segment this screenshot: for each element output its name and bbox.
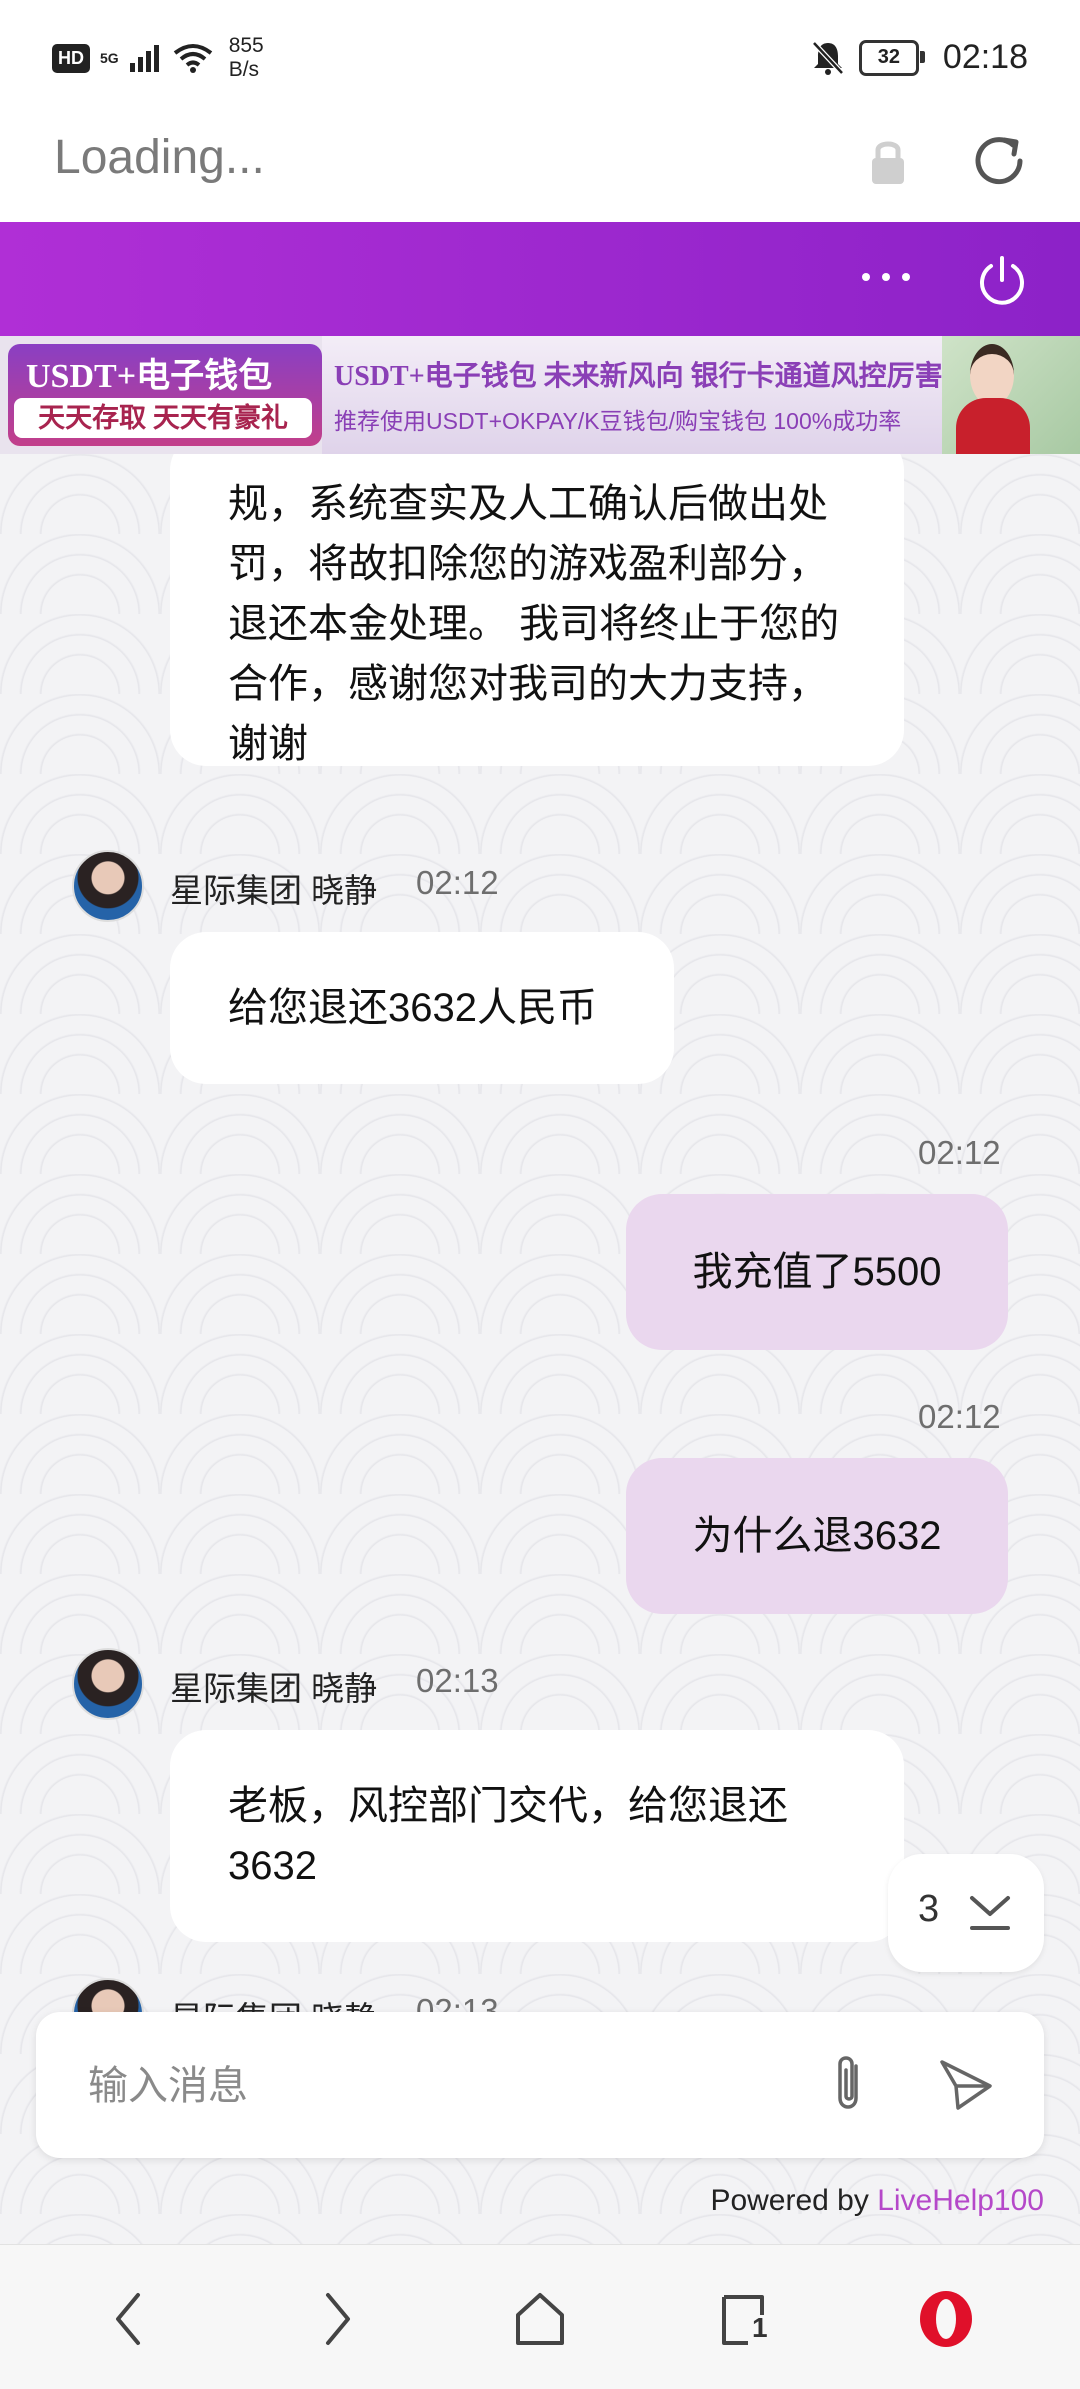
message-text: 我充值了5500 xyxy=(692,1250,942,1294)
chevron-down-icon xyxy=(970,1896,1010,1930)
ad-banner[interactable]: USDT+电子钱包 天天存取 天天有豪礼 USDT+电子钱包 未来新风向 银行卡… xyxy=(0,336,1080,454)
agent-avatar xyxy=(72,850,144,922)
paperclip-icon[interactable] xyxy=(822,2052,876,2118)
message-bubble-agent: 老板，风控部门交代，给您退还3632 xyxy=(170,1730,904,1942)
banner-model-image xyxy=(942,336,1080,454)
message-composer xyxy=(36,2012,1044,2158)
net-speed-value: 855 xyxy=(228,34,264,57)
powered-by: Powered by LiveHelp100 xyxy=(710,2184,1044,2218)
message-text: 老板，风控部门交代，给您退还3632 xyxy=(228,1784,788,1888)
scroll-to-bottom-button[interactable]: 3 xyxy=(888,1854,1044,1972)
message-text: 给您退还3632人民币 xyxy=(228,986,597,1030)
message-time: 02:13 xyxy=(416,1662,499,1699)
message-bubble-user: 为什么退3632 xyxy=(626,1458,1008,1614)
address-bar[interactable]: Loading... xyxy=(0,110,1080,223)
agent-name: 星际集团 晓静 xyxy=(170,1670,378,1707)
agent-avatar xyxy=(72,1648,144,1720)
lock-icon[interactable] xyxy=(868,136,908,186)
message-bubble-agent: 规，系统查实及人工确认后做出处罚，将故扣除您的游戏盈利部分，退还本金处理。 我司… xyxy=(170,454,904,766)
power-icon[interactable] xyxy=(974,252,1030,308)
net-speed-unit: B/s xyxy=(228,58,260,81)
banner-badge: USDT+电子钱包 天天存取 天天有豪礼 xyxy=(8,344,322,446)
battery-icon: 32 xyxy=(858,39,925,76)
message-time: 02:12 xyxy=(918,1398,1001,1435)
status-right: 32 02:18 xyxy=(811,38,1028,77)
battery-level: 32 xyxy=(877,46,901,68)
forward-icon[interactable] xyxy=(306,2289,366,2349)
url-text[interactable]: Loading... xyxy=(54,130,265,185)
banner-badge-subtitle: 天天存取 天天有豪礼 xyxy=(14,398,312,438)
model-head xyxy=(970,344,1014,406)
message-time: 02:12 xyxy=(918,1134,1001,1171)
net-speed: 855 B/s xyxy=(229,34,264,82)
more-icon[interactable] xyxy=(858,252,914,302)
unread-count: 3 xyxy=(918,1888,940,1930)
banner-headline: USDT+电子钱包 未来新风向 银行卡通道风控厉害 xyxy=(334,361,943,392)
opera-menu-icon[interactable] xyxy=(916,2289,976,2349)
network-type: 5G xyxy=(100,50,119,66)
message-text: 规，系统查实及人工确认后做出处罚，将故扣除您的游戏盈利部分，退还本金处理。 我司… xyxy=(228,482,840,766)
send-icon[interactable] xyxy=(936,2056,996,2116)
banner-text: USDT+电子钱包 未来新风向 银行卡通道风控厉害 推荐使用USDT+OKPAY… xyxy=(322,336,943,454)
wifi-icon xyxy=(173,44,212,73)
message-text: 为什么退3632 xyxy=(692,1514,942,1558)
powered-prefix: Powered by xyxy=(710,2184,878,2217)
clock: 02:18 xyxy=(942,38,1028,76)
message-input[interactable] xyxy=(86,2052,810,2120)
status-bar: HD 5G 855 B/s 32 02:18 xyxy=(0,0,1080,110)
powered-brand-link[interactable]: LiveHelp100 xyxy=(877,2184,1044,2217)
hd-indicator: HD xyxy=(52,43,90,73)
reload-icon[interactable] xyxy=(968,130,1030,192)
back-icon[interactable] xyxy=(100,2289,160,2349)
message-bubble-user: 我充值了5500 xyxy=(626,1194,1008,1350)
agent-name: 星际集团 晓静 xyxy=(170,872,378,909)
signal-icon xyxy=(129,45,159,72)
chat-messages[interactable]: 规，系统查实及人工确认后做出处罚，将故扣除您的游戏盈利部分，退还本金处理。 我司… xyxy=(0,454,1080,2244)
model-dress xyxy=(956,398,1030,454)
home-icon[interactable] xyxy=(510,2289,570,2349)
chat-header xyxy=(0,222,1080,336)
tab-count: 1 xyxy=(752,2312,768,2343)
message-time: 02:12 xyxy=(416,864,499,901)
message-bubble-agent: 给您退还3632人民币 xyxy=(170,932,674,1084)
status-left: HD 5G 855 B/s xyxy=(52,34,264,82)
bell-off-icon xyxy=(812,40,844,75)
banner-subline: 推荐使用USDT+OKPAY/K豆钱包/购宝钱包 100%成功率 xyxy=(334,408,902,434)
browser-nav-bar xyxy=(0,2244,1080,2389)
banner-badge-title: USDT+电子钱包 xyxy=(26,358,273,395)
